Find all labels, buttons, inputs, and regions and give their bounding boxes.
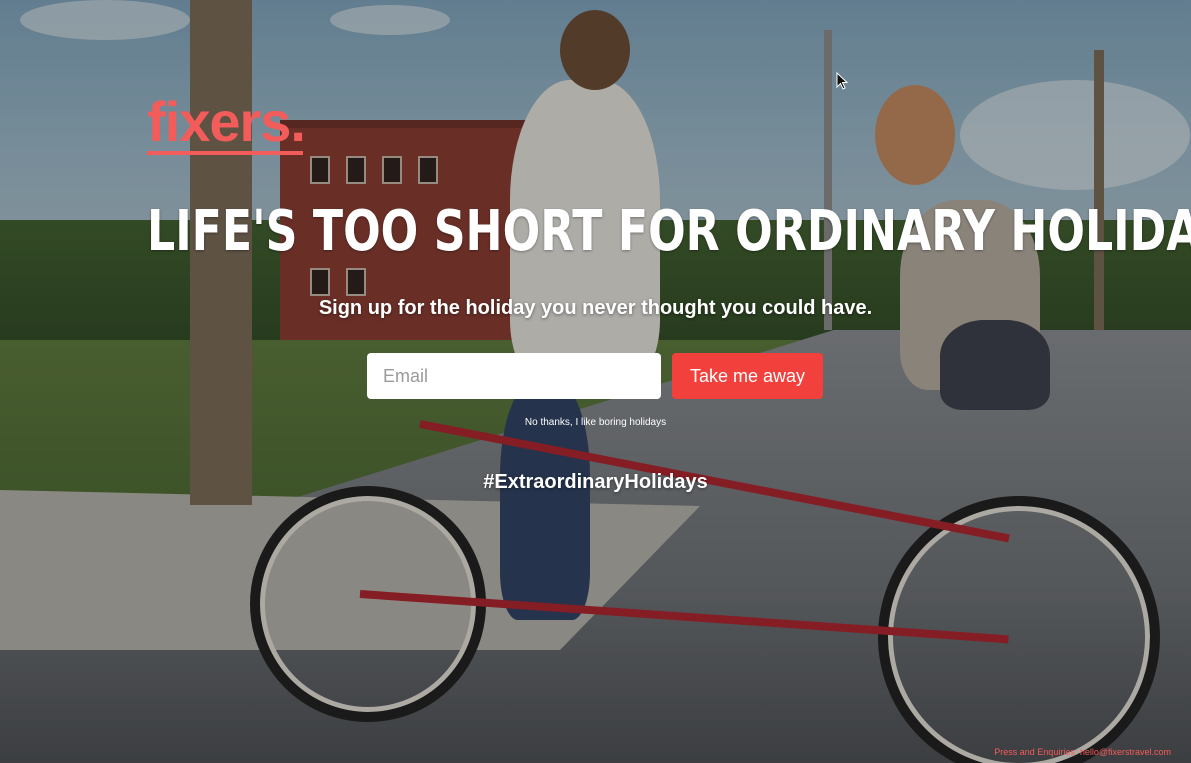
take-me-away-button[interactable]: Take me away (672, 353, 823, 399)
email-input[interactable] (367, 353, 661, 399)
hero-headline: LIFE'S TOO SHORT FOR ORDINARY HOLIDAYS (147, 199, 1191, 264)
fixers-logo: fixers. (147, 90, 306, 153)
press-enquiries-text: Press and Enquiries: hello@fixerstravel.… (994, 747, 1171, 757)
landing-page: fixers. LIFE'S TOO SHORT FOR ORDINARY HO… (0, 0, 1191, 763)
logo-underline (147, 151, 303, 155)
mouse-pointer-icon (836, 72, 848, 90)
no-thanks-link[interactable]: No thanks, I like boring holidays (525, 417, 666, 428)
decline-link-row: No thanks, I like boring holidays (0, 417, 1191, 428)
hero-subhead: Sign up for the holiday you never though… (318, 297, 873, 319)
hashtag: #ExtraordinaryHolidays (483, 471, 708, 493)
